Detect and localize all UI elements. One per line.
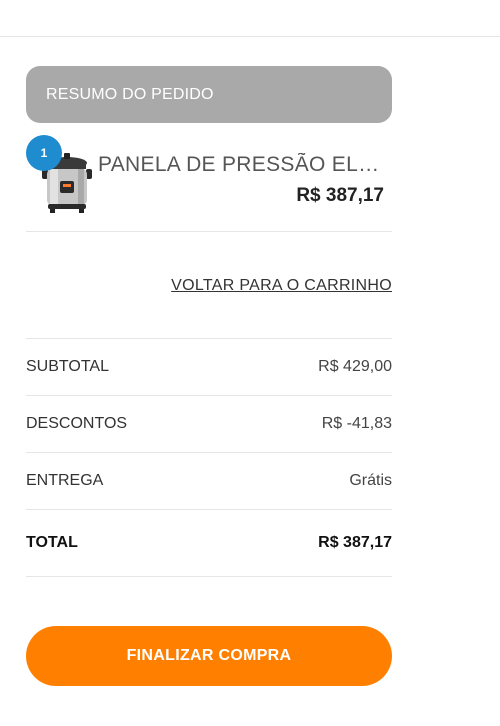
subtotal-label: SUBTOTAL (26, 358, 109, 375)
subtotal-row: SUBTOTAL R$ 429,00 (26, 339, 392, 396)
checkout-button[interactable]: FINALIZAR COMPRA (26, 626, 392, 686)
discount-label: DESCONTOS (26, 415, 128, 432)
quantity-badge: 1 (26, 135, 62, 171)
top-divider (0, 36, 500, 37)
back-to-cart-link[interactable]: VOLTAR PARA O CARRINHO (171, 277, 392, 295)
total-label: TOTAL (26, 534, 78, 551)
summary-header: RESUMO DO PEDIDO (26, 66, 392, 123)
order-totals: SUBTOTAL R$ 429,00 DESCONTOS R$ -41,83 E… (26, 338, 392, 577)
shipping-label: ENTREGA (26, 472, 104, 489)
discount-value: R$ -41,83 (321, 415, 392, 432)
product-item: 1 PANELA DE PRESSÃO ELE... R$ 387,17 (26, 123, 392, 232)
shipping-row: ENTREGA Grátis (26, 453, 392, 510)
shipping-value: Grátis (349, 472, 392, 489)
product-price: R$ 387,17 (296, 185, 384, 206)
subtotal-value: R$ 429,00 (318, 358, 392, 375)
order-summary-panel: RESUMO DO PEDIDO 1 PANELA DE PRESSÃO ELE… (26, 66, 392, 686)
summary-title: RESUMO DO PEDIDO (46, 85, 214, 103)
product-name[interactable]: PANELA DE PRESSÃO ELE... (98, 153, 388, 177)
total-row: TOTAL R$ 387,17 (26, 510, 392, 577)
discount-row: DESCONTOS R$ -41,83 (26, 396, 392, 453)
total-value: R$ 387,17 (318, 534, 392, 551)
